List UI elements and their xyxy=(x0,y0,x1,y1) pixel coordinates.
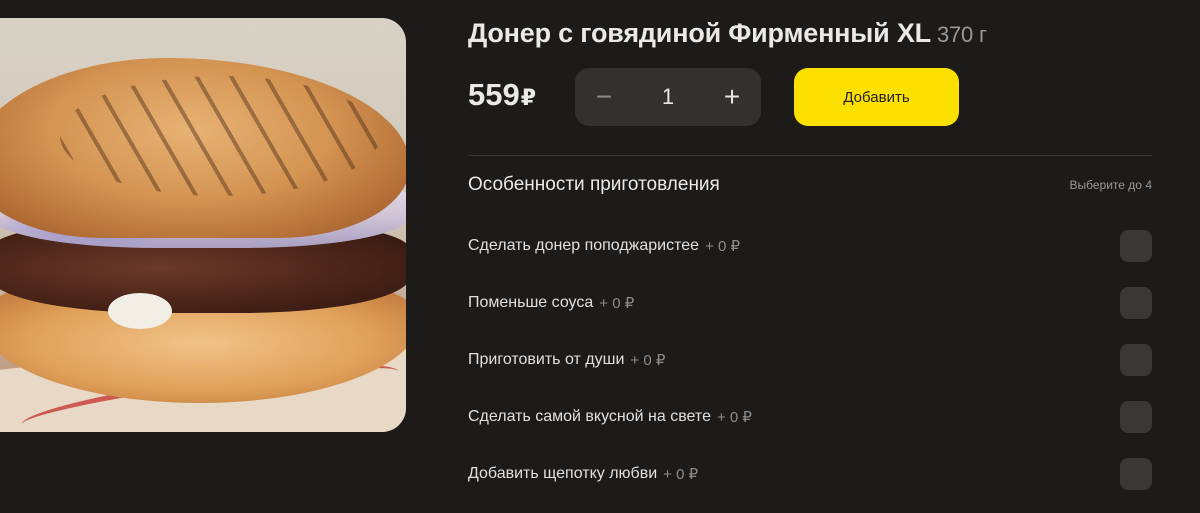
decrement-button[interactable]: − xyxy=(575,68,633,126)
option-price: + 0 ₽ xyxy=(705,238,741,255)
option-checkbox[interactable] xyxy=(1120,458,1152,490)
quantity-stepper: − 1 + xyxy=(575,68,761,126)
product-weight: 370 г xyxy=(936,22,987,47)
option-checkbox[interactable] xyxy=(1120,287,1152,319)
option-price: + 0 ₽ xyxy=(716,409,752,426)
grill-marks xyxy=(60,76,380,196)
option-row[interactable]: Сделать донер поподжаристее + 0 ₽ xyxy=(468,228,1152,264)
option-label: Поменьше соуса xyxy=(468,294,594,311)
option-label: Добавить щепотку любви xyxy=(468,465,658,482)
onion-slice xyxy=(108,293,172,329)
product-title: Донер с говядиной Фирменный XL 370 г xyxy=(468,18,987,49)
currency-symbol: ₽ xyxy=(520,85,537,110)
option-row[interactable]: Добавить щепотку любви + 0 ₽ xyxy=(468,456,1152,492)
option-label: Приготовить от души xyxy=(468,351,625,368)
option-price: + 0 ₽ xyxy=(630,352,666,369)
options-section-title: Особенности приготовления xyxy=(468,174,720,195)
price-value: 559 xyxy=(468,77,520,112)
option-row[interactable]: Приготовить от души + 0 ₽ xyxy=(468,342,1152,378)
option-checkbox[interactable] xyxy=(1120,230,1152,262)
options-limit-hint: Выберите до 4 xyxy=(1069,178,1152,192)
option-checkbox[interactable] xyxy=(1120,344,1152,376)
product-price: 559₽ xyxy=(468,77,536,113)
option-row[interactable]: Поменьше соуса + 0 ₽ xyxy=(468,285,1152,321)
option-label: Сделать самой вкусной на свете xyxy=(468,408,711,425)
product-photo xyxy=(0,18,406,432)
option-row[interactable]: Сделать самой вкусной на свете + 0 ₽ xyxy=(468,399,1152,435)
add-to-cart-button[interactable]: Добавить xyxy=(794,68,959,126)
option-label: Сделать донер поподжаристее xyxy=(468,237,700,254)
option-price: + 0 ₽ xyxy=(599,295,635,312)
option-price: + 0 ₽ xyxy=(663,466,699,483)
option-checkbox[interactable] xyxy=(1120,401,1152,433)
increment-button[interactable]: + xyxy=(703,68,761,126)
quantity-value: 1 xyxy=(661,84,675,109)
product-name: Донер с говядиной Фирменный XL xyxy=(468,18,931,48)
divider xyxy=(468,155,1152,156)
